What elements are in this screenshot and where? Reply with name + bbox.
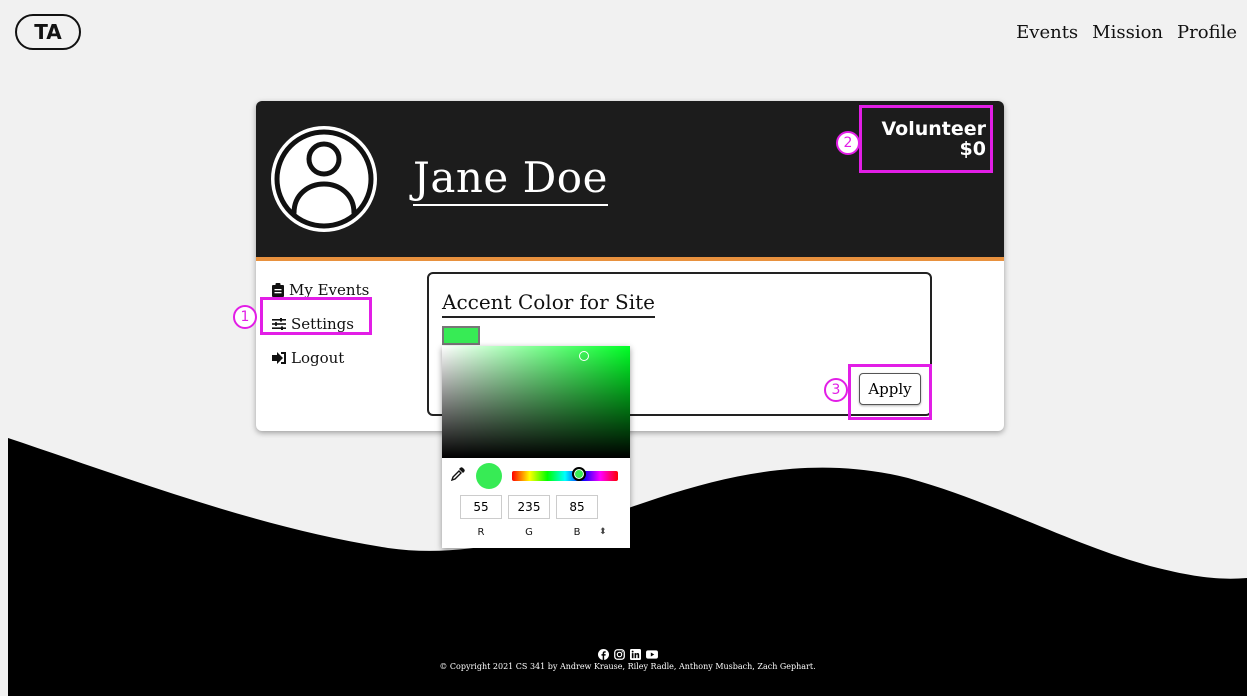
instagram-icon[interactable] — [614, 648, 626, 660]
green-label: G — [525, 527, 533, 538]
color-swatch[interactable] — [442, 326, 480, 345]
saturation-area[interactable] — [442, 346, 630, 458]
red-label: R — [477, 527, 485, 538]
apply-button[interactable]: Apply — [859, 373, 921, 405]
sidebar-item-logout[interactable]: Logout — [272, 341, 369, 375]
footer: © Copyright 2021 CS 341 by Andrew Krause… — [8, 648, 1247, 671]
nav-mission[interactable]: Mission — [1092, 22, 1163, 43]
red-input[interactable] — [460, 495, 502, 519]
profile-name: Jane Doe — [413, 153, 608, 206]
color-preview — [476, 463, 502, 489]
clipboard-icon — [272, 283, 284, 297]
amount-label: $0 — [959, 138, 986, 160]
panel-title: Accent Color for Site — [442, 290, 655, 318]
avatar-icon — [271, 126, 377, 232]
annotation-badge-2: 2 — [836, 131, 860, 155]
settings-highlight — [260, 297, 372, 335]
rgb-inputs — [460, 495, 598, 519]
youtube-icon[interactable] — [645, 648, 658, 660]
nav-profile[interactable]: Profile — [1177, 22, 1237, 43]
blue-input[interactable] — [556, 495, 598, 519]
sidebar-item-label: Logout — [291, 349, 345, 367]
page-frame: TA Events Mission Profile Jane Doe Volun… — [8, 8, 1247, 696]
green-input[interactable] — [508, 495, 550, 519]
format-toggle-icon[interactable]: ⬍ — [599, 527, 607, 537]
linkedin-icon[interactable] — [630, 648, 642, 660]
role-label: Volunteer — [881, 118, 986, 140]
role-info: Volunteer $0 — [881, 119, 986, 159]
site-logo[interactable]: TA — [15, 14, 81, 50]
top-nav: Events Mission Profile — [1016, 22, 1237, 43]
annotation-badge-3: 3 — [824, 378, 848, 402]
eyedropper-icon[interactable] — [451, 467, 465, 481]
color-picker: R G B ⬍ — [442, 346, 630, 548]
facebook-icon[interactable] — [598, 648, 610, 660]
annotation-badge-1: 1 — [233, 305, 257, 329]
profile-header: Jane Doe Volunteer $0 — [256, 101, 1004, 261]
social-icons — [8, 648, 1247, 660]
logout-icon — [272, 352, 286, 364]
rgb-labels: R G B — [460, 527, 598, 538]
blue-label: B — [573, 527, 581, 538]
nav-events[interactable]: Events — [1016, 22, 1078, 43]
hue-slider-thumb[interactable] — [572, 467, 586, 481]
hue-slider[interactable] — [512, 471, 618, 481]
saturation-cursor[interactable] — [579, 351, 589, 361]
copyright-text: © Copyright 2021 CS 341 by Andrew Krause… — [439, 662, 816, 671]
